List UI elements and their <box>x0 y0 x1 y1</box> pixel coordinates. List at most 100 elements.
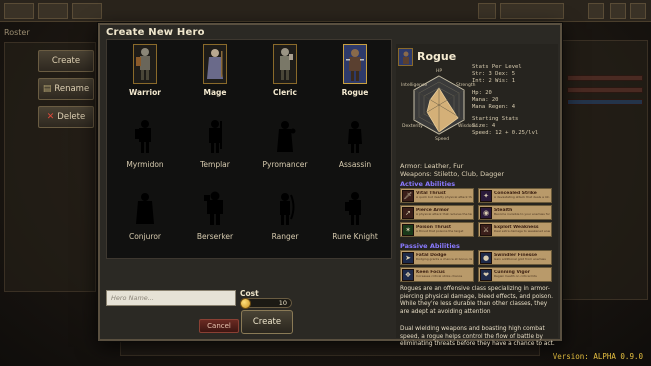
ability-card[interactable]: ✦ Concealed Strike A devastating attack t… <box>478 188 552 203</box>
radar-label-lower-left: Dexterity <box>402 124 423 129</box>
hero-card-conjuror[interactable]: Conjuror <box>115 188 175 246</box>
hero-name: Cleric <box>273 88 297 97</box>
delete-button[interactable]: ✕ Delete <box>38 106 94 128</box>
equipment-info: Armor: Leather, Fur Weapons: Stiletto, C… <box>400 162 504 178</box>
class-description: Rogues are an offensive class specializi… <box>400 286 553 315</box>
top-bar-slot[interactable] <box>588 3 604 19</box>
vigor-icon: ❤ <box>480 268 492 281</box>
vital-line: Hp: 20 <box>472 90 492 96</box>
starting-line: Size: 4 <box>472 123 496 129</box>
strike-icon: ✦ <box>480 189 492 202</box>
locked-silhouette-icon <box>273 188 297 228</box>
top-bar-slot[interactable] <box>610 3 626 19</box>
hero-class-grid: Warrior Mage Cleric Rogue Myrmidon Templ… <box>106 39 392 259</box>
hero-card-pyromancer[interactable]: Pyromancer <box>255 116 315 174</box>
delete-label: Delete <box>57 112 86 122</box>
locked-silhouette-icon <box>203 188 227 228</box>
stats-line: Int: 2 Wis: 1 <box>472 78 516 84</box>
radar-label-upper-left: Intelligence <box>401 83 428 88</box>
hero-name-input[interactable]: Hero Name... <box>106 290 236 306</box>
passive-ability-card[interactable]: ● Swindler Finesse Gain additional gold f… <box>478 250 552 265</box>
create-hero-dialog: Create New Hero Warrior Mage Cleric Rogu <box>98 23 562 347</box>
exploit-icon: ⚔ <box>480 223 492 236</box>
hero-detail-title: Rogue <box>417 50 457 63</box>
top-bar-slot[interactable] <box>4 3 34 19</box>
hero-detail-panel: Rogue HP Intelligence Strength Dexterity… <box>396 44 558 347</box>
stealth-icon: ◉ <box>480 206 492 219</box>
passive-ability-card[interactable]: ➤ Fatal Dodge Dodging grants a chance at … <box>400 250 474 265</box>
stats-line: Str: 3 Dex: 5 <box>472 71 516 77</box>
hero-card-rune-knight[interactable]: Rune Knight <box>325 188 385 246</box>
armor-line: Armor: Leather, Fur <box>400 162 464 170</box>
create-roster-button[interactable]: Create <box>38 50 94 72</box>
roster-label: Roster <box>4 28 30 37</box>
locked-silhouette-icon <box>133 116 157 156</box>
stats-header: Stats Per Level <box>472 64 522 70</box>
starting-line: Speed: 12 + 0.25/lvl <box>472 130 539 136</box>
radar-label-top: HP <box>436 69 443 74</box>
hero-card-warrior[interactable]: Warrior <box>115 44 175 102</box>
top-bar <box>0 0 651 22</box>
version-label: Version: ALPHA 0.9.0 <box>552 352 643 361</box>
weapons-line: Weapons: Stiletto, Club, Dagger <box>400 170 505 178</box>
locked-silhouette-icon <box>203 116 227 156</box>
hero-name: Myrmidon <box>126 160 164 169</box>
hero-card-templar[interactable]: Templar <box>185 116 245 174</box>
poison-icon: ✶ <box>402 223 414 236</box>
hero-name: Rogue <box>341 88 369 97</box>
passive-ability-card[interactable]: ❖ Keen Focus Increases critical strike ch… <box>400 267 474 282</box>
hero-card-myrmidon[interactable]: Myrmidon <box>115 116 175 174</box>
ability-card[interactable]: ➚ Pierce Armor A physical attack that red… <box>400 205 474 220</box>
rename-button[interactable]: ▤ Rename <box>38 78 94 100</box>
hero-name: Ranger <box>271 232 299 241</box>
rogue-avatar <box>398 48 413 66</box>
hero-card-rogue[interactable]: Rogue <box>325 44 385 102</box>
stats-block: Stats Per Level Str: 3 Dex: 5 Int: 2 Wis… <box>472 64 562 137</box>
hero-card-assassin[interactable]: Assassin <box>325 116 385 174</box>
starting-header: Starting Stats <box>472 116 519 122</box>
radar-graphic <box>413 75 465 135</box>
top-bar-slot[interactable] <box>478 3 496 19</box>
locked-silhouette-icon <box>273 116 297 156</box>
cleric-portrait <box>273 44 297 84</box>
passive-abilities-title: Passive Abilities <box>400 242 460 250</box>
dodge-icon: ➤ <box>402 251 414 264</box>
gold-coin-icon <box>240 298 251 309</box>
hero-name: Warrior <box>129 88 161 97</box>
hero-name: Pyromancer <box>262 160 308 169</box>
hero-name: Assassin <box>338 160 372 169</box>
create-button[interactable]: Create <box>241 310 293 334</box>
rogue-portrait <box>343 44 367 84</box>
ability-card[interactable]: ◉ Stealth Become invisible to your enemie… <box>478 205 552 220</box>
hero-name: Templar <box>200 160 230 169</box>
locked-silhouette-icon <box>343 188 367 228</box>
top-bar-slot <box>500 3 564 19</box>
rename-label: Rename <box>54 84 90 94</box>
hero-name: Berserker <box>196 232 234 241</box>
scroll-icon: ▤ <box>42 84 52 94</box>
ability-card[interactable]: ⚔ Exploit Weakness Deal extra damage to w… <box>478 222 552 237</box>
stat-radar-chart: HP Intelligence Strength Dexterity Wisdo… <box>400 66 478 146</box>
passive-ability-card[interactable]: ❤ Cunning Vigor Regain health on critical… <box>478 267 552 282</box>
hero-card-mage[interactable]: Mage <box>185 44 245 102</box>
cost-value: 10 <box>278 299 287 307</box>
top-bar-slot[interactable] <box>72 3 102 19</box>
vital-line: Mana: 20 <box>472 97 499 103</box>
warrior-portrait <box>133 44 157 84</box>
hero-card-cleric[interactable]: Cleric <box>255 44 315 102</box>
info-panel <box>562 40 648 300</box>
ability-card[interactable]: ✶ Poison Thrust A thrust that poisons the… <box>400 222 474 237</box>
hero-name: Conjuror <box>128 232 161 241</box>
cost-display: 10 <box>240 298 292 309</box>
active-abilities-title: Active Abilities <box>400 180 456 188</box>
hero-card-berserker[interactable]: Berserker <box>185 188 245 246</box>
hero-card-ranger[interactable]: Ranger <box>255 188 315 246</box>
top-bar-slot[interactable] <box>630 3 646 19</box>
cancel-button[interactable]: Cancel <box>199 319 239 333</box>
pierce-icon: ➚ <box>402 206 414 219</box>
hero-name: Rune Knight <box>332 232 378 241</box>
cost-label: Cost <box>240 289 259 298</box>
top-bar-slot[interactable] <box>38 3 68 19</box>
ability-card[interactable]: 🗡 Vital Thrust A quick but deadly physica… <box>400 188 474 203</box>
coin-pouch-icon: ● <box>480 251 492 264</box>
